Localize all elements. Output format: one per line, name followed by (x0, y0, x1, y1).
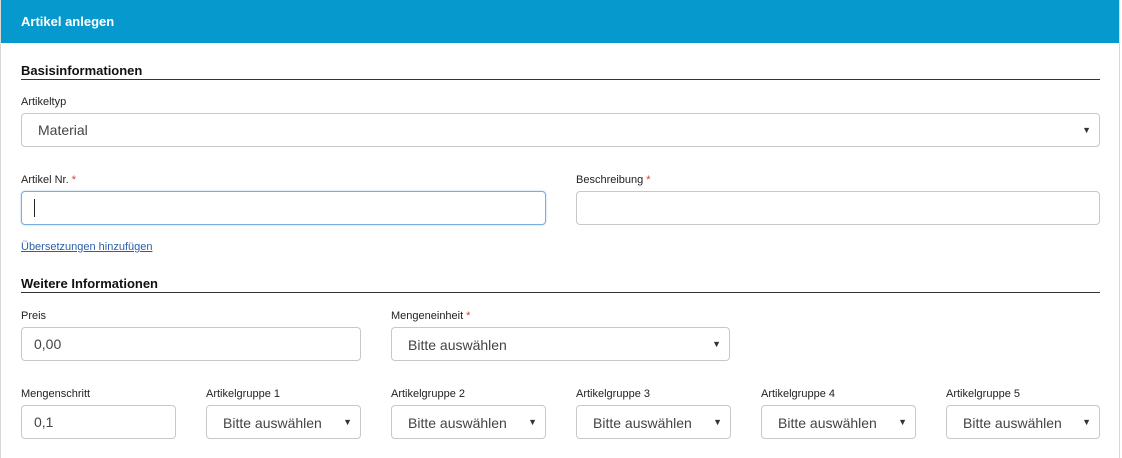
preis-label: Preis (21, 310, 47, 322)
artikelgruppe2-value: Bitte auswählen (408, 415, 507, 431)
mengenschritt-input[interactable]: 0,1 (21, 405, 176, 439)
chevron-down-icon: ▼ (713, 417, 722, 427)
chevron-down-icon: ▼ (528, 417, 537, 427)
preis-input[interactable]: 0,00 (21, 327, 361, 361)
chevron-down-icon: ▼ (1082, 125, 1091, 135)
mengeneinheit-select[interactable]: Bitte auswählen ▼ (391, 327, 730, 361)
artikelgruppe3-label: Artikelgruppe 3 (576, 388, 650, 400)
artikelgruppe2-label: Artikelgruppe 2 (391, 388, 465, 400)
artikelgruppe5-select[interactable]: Bitte auswählen ▼ (946, 405, 1100, 439)
required-mark: * (646, 174, 651, 186)
text-cursor (34, 199, 35, 217)
artikelgruppe5-label: Artikelgruppe 5 (946, 388, 1020, 400)
artikelnr-label: Artikel Nr. * (21, 174, 76, 186)
mengeneinheit-label-text: Mengeneinheit (391, 310, 464, 322)
artikelgruppe4-select[interactable]: Bitte auswählen ▼ (761, 405, 916, 439)
panel-title: Artikel anlegen (21, 14, 115, 29)
artikeltyp-select[interactable]: Material ▼ (21, 113, 1100, 147)
mengenschritt-value: 0,1 (34, 414, 54, 430)
chevron-down-icon: ▼ (898, 417, 907, 427)
artikeltyp-value: Material (38, 122, 88, 138)
artikelgruppe3-select[interactable]: Bitte auswählen ▼ (576, 405, 731, 439)
chevron-down-icon: ▼ (343, 417, 352, 427)
artikelgruppe5-value: Bitte auswählen (963, 415, 1062, 431)
chevron-down-icon: ▼ (1082, 417, 1091, 427)
artikelgruppe1-value: Bitte auswählen (223, 415, 322, 431)
artikelgruppe4-value: Bitte auswählen (778, 415, 877, 431)
panel-header: Artikel anlegen (1, 0, 1119, 43)
artikelgruppe1-label: Artikelgruppe 1 (206, 388, 280, 400)
artikelgruppe2-select[interactable]: Bitte auswählen ▼ (391, 405, 546, 439)
add-translations-link[interactable]: Übersetzungen hinzufügen (21, 241, 152, 253)
beschreibung-label-text: Beschreibung (576, 174, 644, 186)
artikelgruppe4-label: Artikelgruppe 4 (761, 388, 835, 400)
artikelnr-label-text: Artikel Nr. (21, 174, 69, 186)
section-divider-basis (21, 79, 1100, 80)
artikelgruppe1-select[interactable]: Bitte auswählen ▼ (206, 405, 361, 439)
chevron-down-icon: ▼ (712, 339, 721, 349)
mengeneinheit-value: Bitte auswählen (408, 337, 507, 353)
mengeneinheit-label: Mengeneinheit * (391, 310, 470, 322)
required-mark: * (466, 310, 471, 322)
required-mark: * (71, 174, 76, 186)
preis-value: 0,00 (34, 336, 62, 352)
mengenschritt-label: Mengenschritt (21, 388, 91, 400)
artikeltyp-label: Artikeltyp (21, 96, 67, 108)
artikelnr-input[interactable] (21, 191, 546, 225)
beschreibung-label: Beschreibung * (576, 174, 651, 186)
section-title-basis: Basisinformationen (21, 63, 143, 78)
section-title-weitere: Weitere Informationen (21, 276, 159, 291)
beschreibung-input[interactable] (576, 191, 1100, 225)
artikelgruppe3-value: Bitte auswählen (593, 415, 692, 431)
create-article-panel: Artikel anlegen Basisinformationen Artik… (0, 0, 1120, 458)
section-divider-weitere (21, 292, 1100, 293)
